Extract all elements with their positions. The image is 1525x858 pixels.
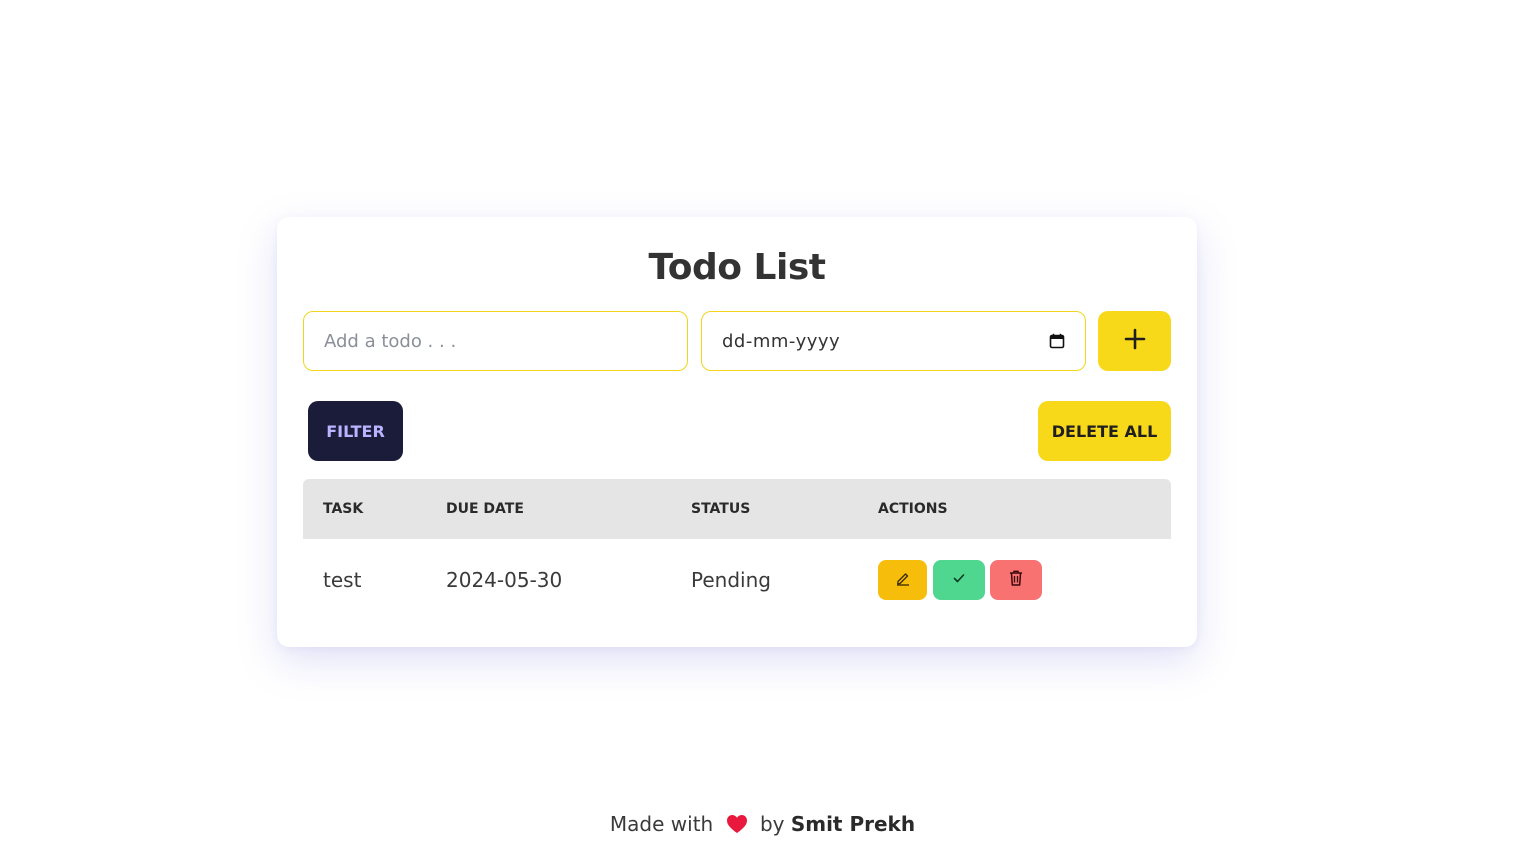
trash-icon	[1008, 569, 1024, 591]
footer: Made with by Smit Prekh	[0, 812, 1525, 839]
header-status: STATUS	[691, 501, 751, 517]
footer-by: by	[759, 812, 785, 836]
header-due-date: DUE DATE	[446, 501, 524, 517]
page-title: Todo List	[648, 247, 826, 288]
table-header: TASK DUE DATE STATUS ACTIONS	[303, 479, 1171, 539]
add-todo-button[interactable]	[1098, 311, 1171, 371]
check-icon	[951, 570, 967, 590]
status-cell: Pending	[691, 568, 771, 592]
edit-icon	[895, 570, 911, 590]
header-actions: ACTIONS	[878, 501, 948, 517]
filter-button[interactable]: FILTER	[308, 401, 403, 461]
plus-icon	[1124, 328, 1146, 354]
edit-button[interactable]	[878, 560, 927, 600]
delete-all-button[interactable]: DELETE ALL	[1038, 401, 1171, 461]
due-date-cell: 2024-05-30	[446, 568, 563, 592]
table-row: test 2024-05-30 Pending	[303, 539, 1171, 621]
footer-made-with: Made with	[609, 812, 714, 836]
todo-input-placeholder: Add a todo . . .	[324, 330, 457, 352]
complete-button[interactable]	[933, 560, 985, 600]
task-cell: test	[323, 568, 362, 592]
due-date-input[interactable]: dd-mm-yyyy	[701, 311, 1086, 371]
header-task: TASK	[323, 501, 364, 517]
todo-input[interactable]: Add a todo . . .	[303, 311, 688, 371]
delete-button[interactable]	[990, 560, 1042, 600]
todo-card: Todo List Add a todo . . . dd-mm-yyyy FI…	[277, 217, 1197, 647]
footer-author: Smit Prekh	[790, 812, 916, 836]
calendar-icon[interactable]	[1049, 333, 1065, 349]
due-date-placeholder: dd-mm-yyyy	[722, 330, 841, 352]
heart-icon	[726, 814, 748, 839]
